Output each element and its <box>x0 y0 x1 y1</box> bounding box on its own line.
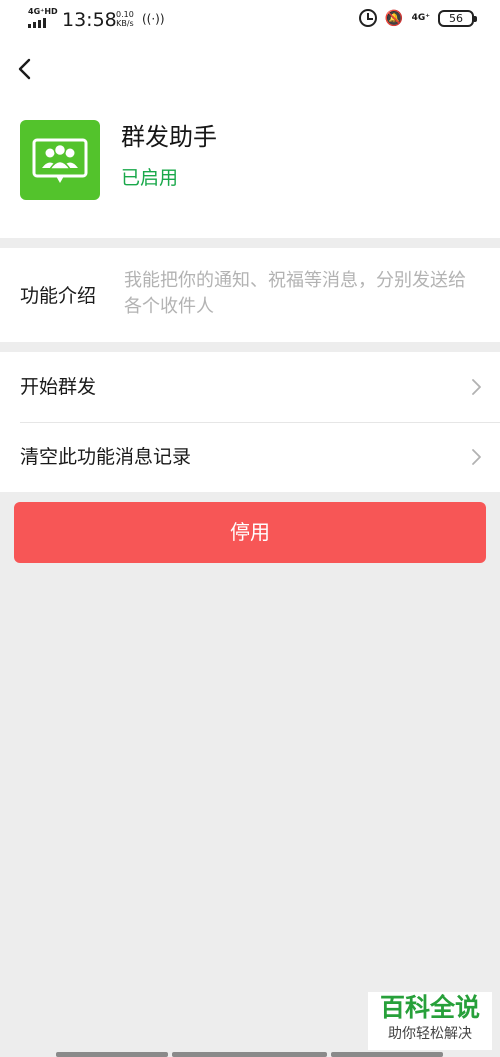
chevron-left-icon <box>18 58 31 80</box>
watermark-logo: 百科全说 助你轻松解决 <box>368 992 492 1050</box>
network-speed: 0.10 KB/s <box>116 10 134 28</box>
signal-icon: 4G⁺HD <box>28 7 58 28</box>
intro-text: 我能把你的通知、祝福等消息，分别发送给各个收件人 <box>124 270 466 317</box>
clock: 13:58 <box>62 9 117 31</box>
menu-item-label: 开始群发 <box>20 376 97 398</box>
speed-value: 0.10 <box>116 10 134 19</box>
settings-menu: 开始群发 清空此功能消息记录 <box>0 352 500 492</box>
back-button[interactable] <box>12 52 42 86</box>
menu-item-start-broadcast[interactable]: 开始群发 <box>0 352 500 423</box>
secondary-network: 4G⁺ <box>411 13 430 23</box>
speed-unit: KB/s <box>116 19 134 28</box>
menu-item-label: 清空此功能消息记录 <box>20 446 192 468</box>
watermark-subtitle: 助你轻松解决 <box>388 1026 472 1042</box>
app-header: 群发助手 已启用 <box>0 40 500 238</box>
alarm-icon <box>358 9 377 27</box>
disable-button[interactable]: 停用 <box>14 502 486 563</box>
group-chat-icon <box>32 138 88 183</box>
status-bar: 4G⁺HD 13:58 0.10 KB/s ((·)) 🔕 4G⁺ 56 <box>0 0 500 40</box>
app-name: 群发助手 <box>121 123 217 151</box>
chevron-right-icon <box>472 449 481 465</box>
mute-icon: 🔕 <box>384 9 404 27</box>
feature-intro: 功能介绍 我能把你的通知、祝福等消息，分别发送给各个收件人 <box>0 248 500 342</box>
hotspot-icon: ((·)) <box>142 12 165 26</box>
app-icon <box>20 120 100 200</box>
battery-icon: 56 <box>438 9 477 27</box>
menu-item-clear-history[interactable]: 清空此功能消息记录 <box>0 422 500 492</box>
gesture-bar <box>0 1052 500 1057</box>
watermark-title: 百科全说 <box>379 993 480 1022</box>
app-status: 已启用 <box>121 167 179 189</box>
chevron-right-icon <box>472 379 481 395</box>
network-type: 4G⁺HD <box>28 7 58 16</box>
intro-label: 功能介绍 <box>20 285 97 307</box>
